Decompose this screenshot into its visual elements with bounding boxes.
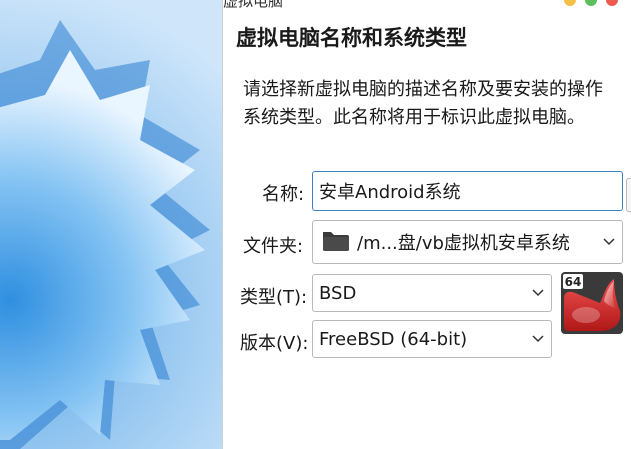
chevron-down-icon xyxy=(531,286,545,300)
chevron-down-icon xyxy=(531,332,545,346)
close-button[interactable] xyxy=(606,0,618,6)
chevron-down-icon xyxy=(602,235,616,249)
panel-separator xyxy=(222,0,223,449)
maximize-button[interactable] xyxy=(585,0,597,6)
version-select[interactable]: FreeBSD (64-bit) xyxy=(312,320,552,358)
freebsd-icon: 64 xyxy=(560,271,624,335)
page-title: 虚拟电脑名称和系统类型 xyxy=(236,26,467,50)
folder-value: /m...盘/vb虚拟机安卓系统 xyxy=(357,233,570,254)
version-label: 版本(V): xyxy=(240,333,309,354)
type-select[interactable]: BSD xyxy=(312,274,552,312)
starburst-artwork xyxy=(0,0,222,449)
name-side-button[interactable] xyxy=(626,178,631,212)
os-bits-badge: 64 xyxy=(565,275,582,289)
type-label: 类型(T): xyxy=(240,287,308,308)
name-input[interactable] xyxy=(312,171,623,211)
folder-select[interactable]: /m...盘/vb虚拟机安卓系统 xyxy=(312,220,623,264)
folder-label: 文件夹: xyxy=(243,236,304,257)
version-value: FreeBSD (64-bit) xyxy=(319,328,468,350)
folder-icon xyxy=(321,228,349,257)
wizard-side-artwork xyxy=(0,0,222,449)
type-value: BSD xyxy=(319,282,357,304)
page-description: 请选择新虚拟电脑的描述名称及要安装的操作系统类型。此名称将用于标识此虚拟电脑。 xyxy=(243,79,603,128)
minimize-button[interactable] xyxy=(564,0,576,6)
name-label: 名称: xyxy=(262,184,305,205)
